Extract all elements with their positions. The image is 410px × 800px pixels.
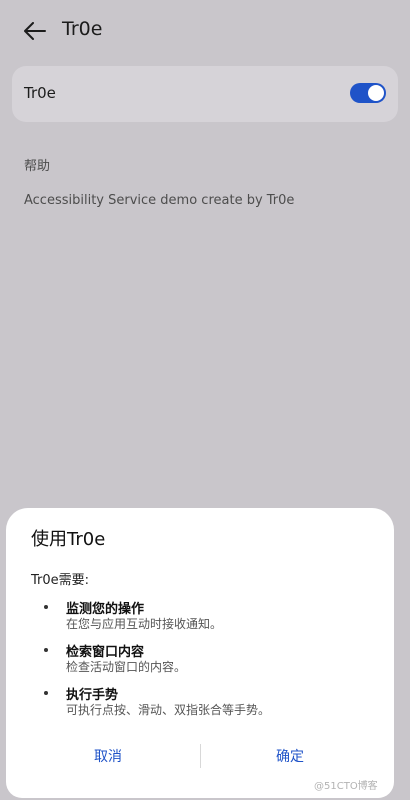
dialog-subtitle: Tr0e需要:	[31, 573, 90, 588]
back-button[interactable]	[20, 16, 50, 46]
bullet-icon	[44, 691, 48, 695]
button-divider	[200, 744, 201, 768]
permission-description: 可执行点按、滑动、双指张合等手势。	[66, 703, 271, 717]
help-description: Accessibility Service demo create by Tr0…	[24, 193, 295, 208]
permission-description: 检查活动窗口的内容。	[66, 660, 187, 674]
bullet-icon	[44, 605, 48, 609]
permission-description: 在您与应用互动时接收通知。	[66, 617, 223, 631]
app-header: Tr0e	[0, 0, 410, 62]
cancel-button[interactable]: 取消	[94, 746, 122, 766]
dialog-title: 使用Tr0e	[31, 529, 106, 550]
permission-dialog: 使用Tr0e Tr0e需要: 监测您的操作 在您与应用互动时接收通知。 检索窗口…	[6, 508, 394, 798]
service-toggle-switch[interactable]	[350, 83, 386, 103]
bullet-icon	[44, 648, 48, 652]
page-title: Tr0e	[62, 18, 103, 40]
service-name-label: Tr0e	[24, 84, 56, 102]
watermark-text: @51CTO博客	[314, 781, 378, 792]
arrow-left-icon	[24, 22, 46, 40]
help-heading: 帮助	[24, 159, 51, 174]
toggle-knob	[368, 85, 384, 101]
service-toggle-card[interactable]: Tr0e	[12, 66, 398, 122]
confirm-button[interactable]: 确定	[276, 746, 304, 766]
